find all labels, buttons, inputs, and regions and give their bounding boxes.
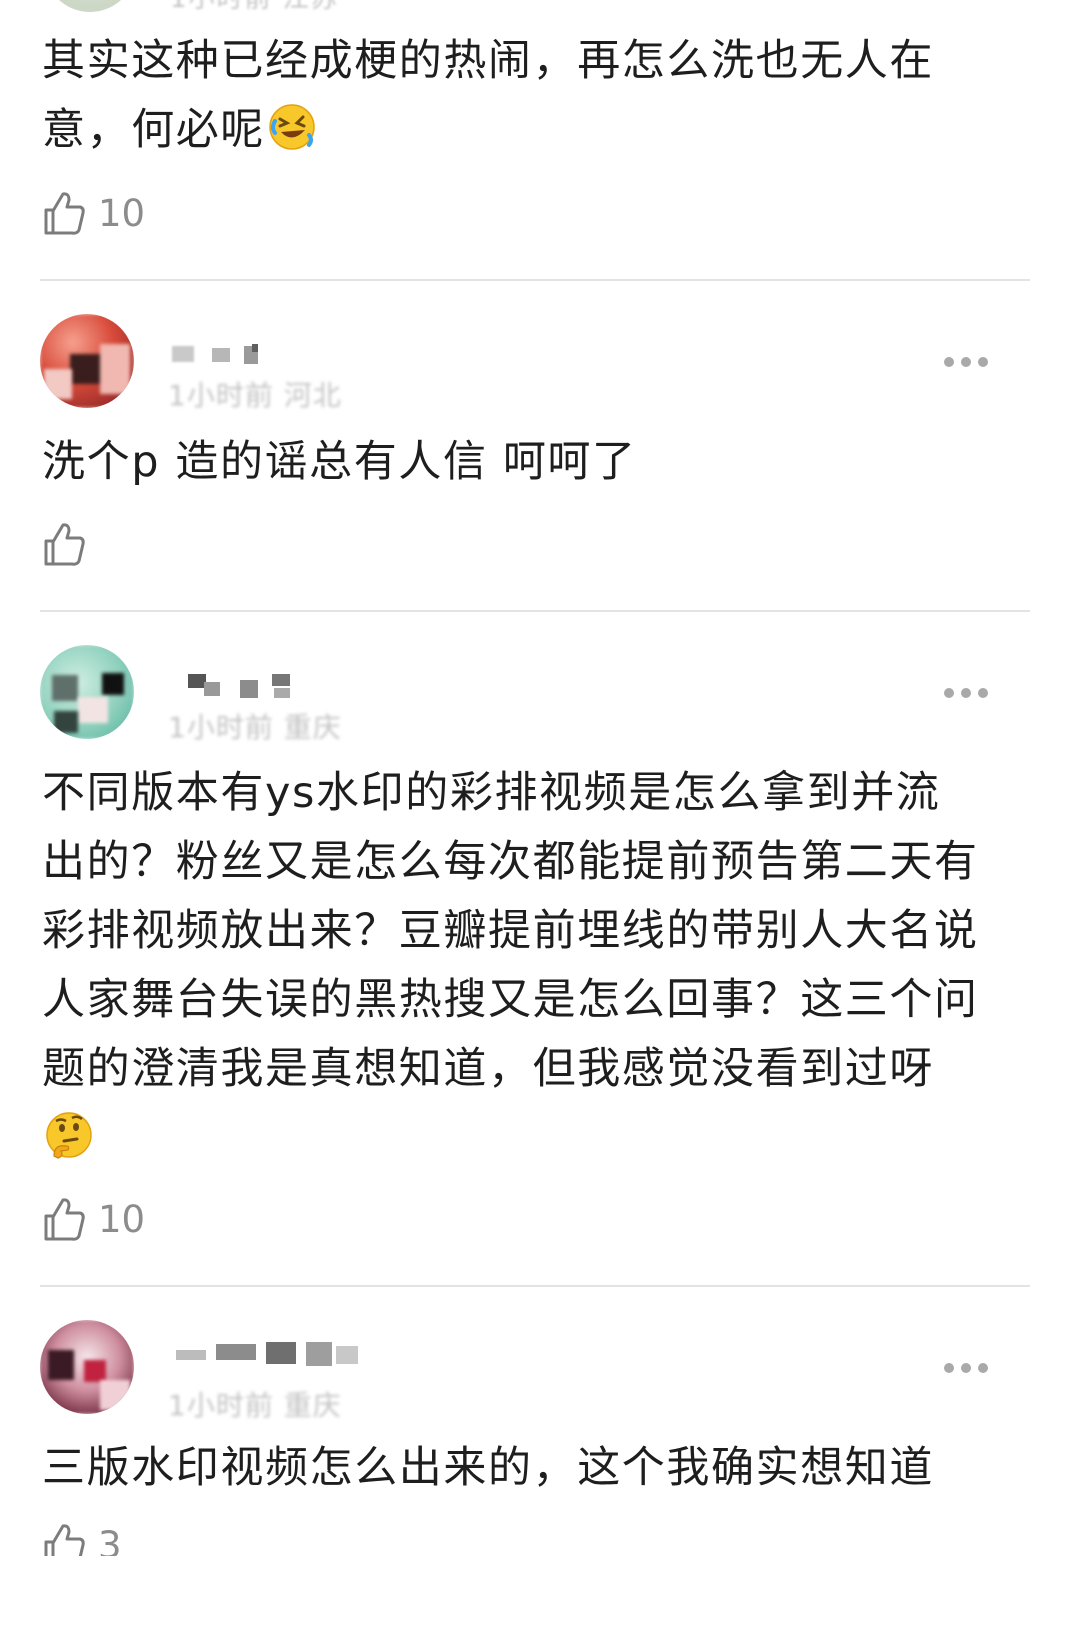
more-options-button[interactable]: [944, 355, 988, 369]
avatar[interactable]: [40, 1320, 134, 1414]
comment-meta-blurred: 1小时前 重庆: [168, 711, 342, 744]
more-dots-icon: [944, 688, 954, 698]
thumbs-up-icon: [44, 523, 85, 566]
avatar[interactable]: [44, 0, 136, 12]
thinking-face-emoji: [46, 1112, 92, 1159]
like-button[interactable]: 10: [42, 1194, 145, 1244]
thumbs-up-icon: [44, 1198, 85, 1241]
thumbs-up-icon: [44, 192, 85, 235]
divider: [40, 1285, 1030, 1287]
bottom-cutoff: [0, 1556, 1077, 1640]
username-blurred[interactable]: [168, 670, 308, 704]
comment-text: 三版水印视频怎么出来的，这个我确实想知道: [42, 1443, 934, 1493]
comment-meta-blurred: 1小时前 重庆: [168, 1389, 342, 1422]
more-dots-icon: [944, 1363, 954, 1373]
avatar[interactable]: [40, 314, 134, 408]
comment-meta-blurred: 1小时前 河北: [168, 379, 342, 412]
like-button[interactable]: [42, 519, 98, 569]
comment-text-content: 其实这种已经成梗的热闹，再怎么洗也无人在意，何必呢: [42, 36, 934, 155]
like-count: 10: [98, 1197, 146, 1241]
comment-text: 其实这种已经成梗的热闹，再怎么洗也无人在意，何必呢: [42, 27, 982, 165]
rolling-on-floor-laughing-emoji: [269, 104, 315, 150]
like-button[interactable]: 10: [42, 188, 145, 238]
divider: [40, 610, 1030, 612]
like-count: 10: [98, 191, 146, 235]
more-options-button[interactable]: [944, 1361, 988, 1375]
more-options-button[interactable]: [944, 686, 988, 700]
comment-text-content: 不同版本有ys水印的彩排视频是怎么拿到并流出的？粉丝又是怎么每次都能提前预告第二…: [42, 768, 979, 1094]
comment-text: 不同版本有ys水印的彩排视频是怎么拿到并流出的？粉丝又是怎么每次都能提前预告第二…: [42, 759, 982, 1173]
comment-text: 洗个p 造的谣总有人信 呵呵了: [42, 437, 637, 487]
username-blurred[interactable]: [168, 340, 278, 374]
divider: [40, 279, 1030, 281]
comment-meta-blurred: 1小时前 江苏: [170, 0, 339, 14]
username-blurred[interactable]: [168, 1336, 368, 1370]
previous-comment-header-cutoff: 1小时前 江苏: [0, 0, 1077, 14]
more-dots-icon: [944, 357, 954, 367]
avatar[interactable]: [40, 645, 134, 739]
